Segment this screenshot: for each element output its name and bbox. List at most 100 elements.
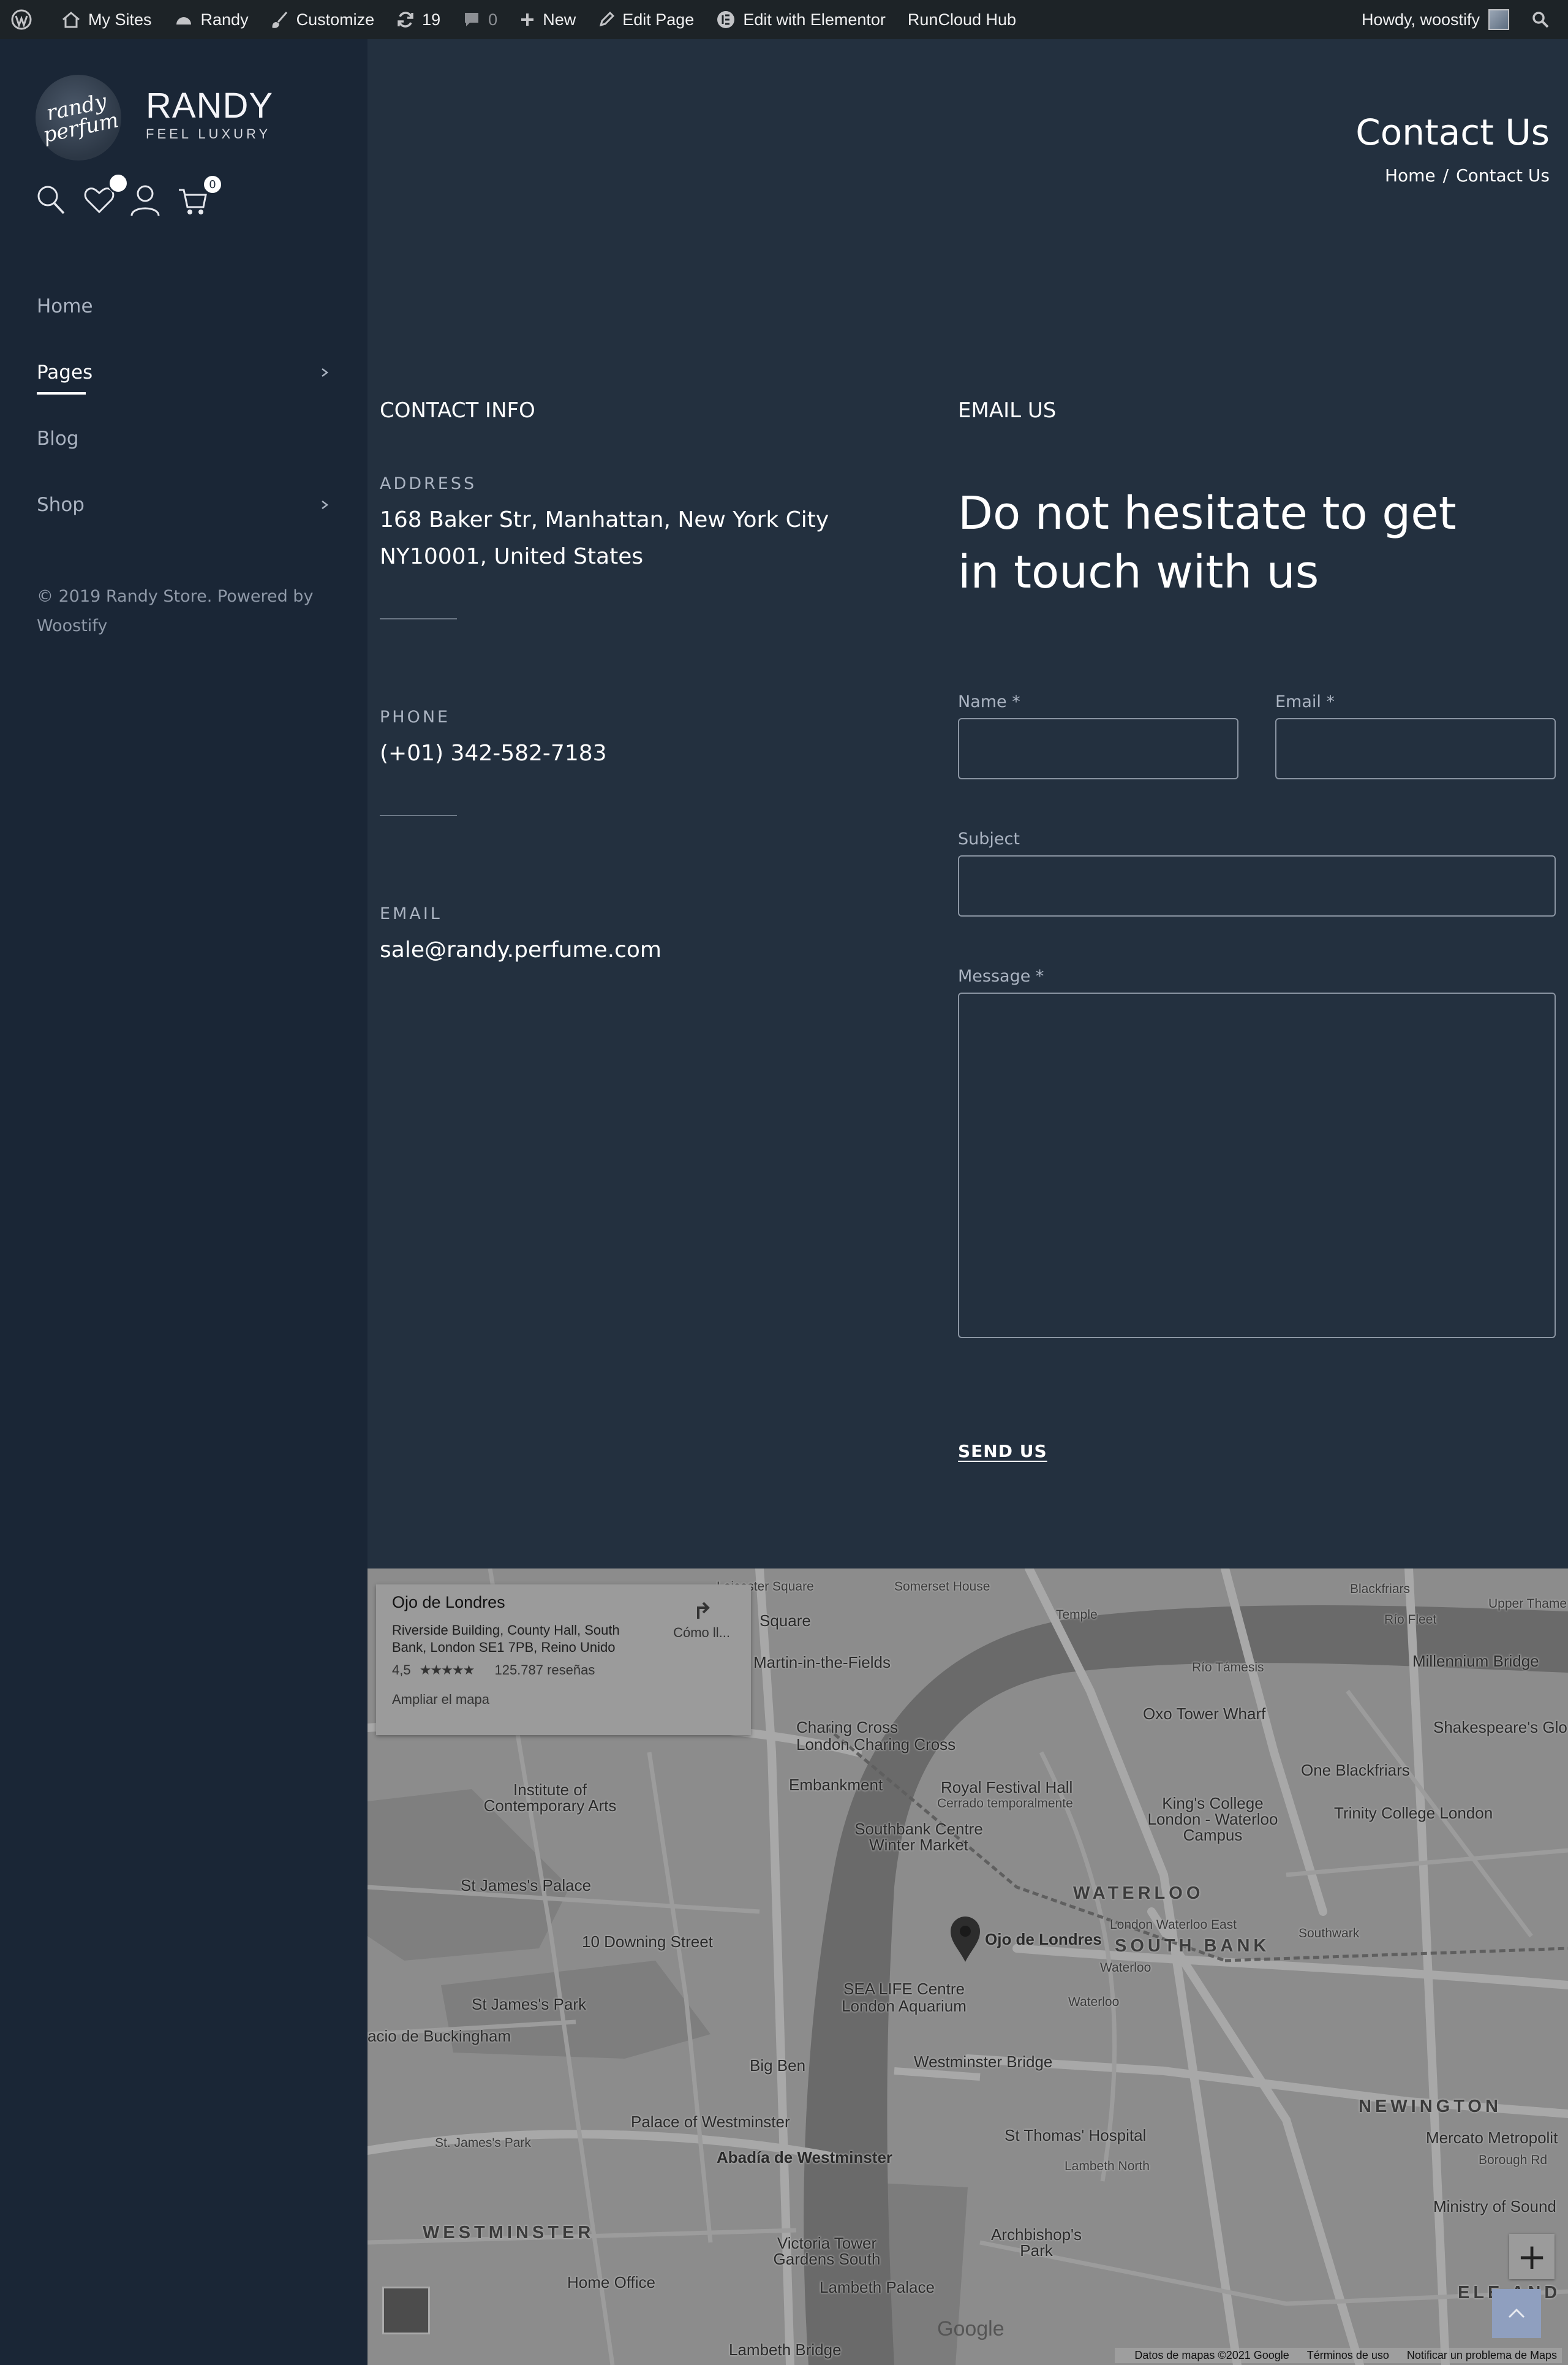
edit-with-elementor-menu[interactable]: Edit with Elementor	[705, 0, 897, 39]
map-pin-icon[interactable]	[948, 1915, 982, 1963]
map-area-label: SOUTH BANK	[1115, 1936, 1270, 1956]
phone-value[interactable]: (+01) 342-582-7183	[380, 735, 907, 772]
header-icons: 0	[36, 173, 232, 221]
map-label: Trinity College London	[1334, 1804, 1493, 1822]
map-label: Lambeth North	[1065, 2159, 1150, 2173]
email-us-section: EMAIL US Do not hesitate to get in touch…	[958, 398, 1556, 1461]
cart-icon[interactable]	[178, 187, 208, 216]
map-terms-link[interactable]: Términos de uso	[1307, 2349, 1389, 2361]
nav-item-pages[interactable]: Pages	[37, 350, 331, 417]
map-label: 10 Downing Street	[582, 1932, 713, 1951]
search-icon[interactable]	[36, 184, 66, 216]
map-label: One Blackfriars	[1301, 1761, 1410, 1779]
subject-input[interactable]	[958, 855, 1556, 917]
map-area-label: WESTMINSTER	[423, 2223, 595, 2242]
copyright-text: © 2019 Randy Store. Powered by Woostify	[37, 587, 314, 635]
main-content: Contact Us Home / Contact Us CONTACT INFO …	[368, 39, 1568, 1568]
map-label: SEA LIFE Centre London Aquarium	[842, 1980, 967, 2015]
site-name-menu[interactable]: Randy	[163, 0, 260, 39]
map-label: Río Támesis	[1192, 1660, 1264, 1674]
customize-menu[interactable]: Customize	[260, 0, 386, 39]
map-data-credit: Datos de mapas ©2021 Google	[1134, 2349, 1289, 2361]
name-input[interactable]	[958, 718, 1238, 779]
admin-bar: My Sites Randy Customize 19 0 New Edit P…	[0, 0, 1568, 39]
directions-button[interactable]: Cómo ll...	[673, 1597, 730, 1641]
breadcrumb-current: Contact Us	[1456, 165, 1550, 186]
map-label: Embankment	[789, 1776, 883, 1794]
map-label: Lambeth Palace	[820, 2278, 935, 2296]
map-label: King's College London - Waterloo Campus	[1147, 1794, 1278, 1844]
zoom-in-button[interactable]: +	[1509, 2234, 1555, 2279]
comments-menu[interactable]: 0	[451, 0, 508, 39]
site-logo[interactable]: randy perfum	[36, 75, 121, 161]
elementor-icon	[717, 11, 735, 28]
rating-value: 4,5	[392, 1662, 411, 1678]
logo-wordmark: randy perfum	[37, 89, 120, 148]
search-icon	[1532, 12, 1549, 28]
new-label: New	[543, 10, 576, 29]
new-content-menu[interactable]: New	[508, 0, 587, 39]
map-type-toggle[interactable]	[382, 2287, 430, 2334]
refresh-icon	[398, 12, 413, 28]
map-label: Martin-in-the-Fields	[753, 1653, 891, 1671]
nav-item-shop[interactable]: Shop	[37, 483, 331, 549]
runcloud-hub-label: RunCloud Hub	[907, 10, 1017, 29]
directions-icon	[696, 1602, 710, 1619]
breadcrumb: Home / Contact Us	[1385, 165, 1550, 186]
map-label: Somerset House	[894, 1580, 990, 1594]
breadcrumb-home-link[interactable]: Home	[1385, 165, 1436, 186]
map-report-link[interactable]: Notificar un problema de Maps	[1407, 2349, 1557, 2361]
map-label: Mercato Metropolit	[1426, 2128, 1558, 2147]
email-input[interactable]	[1275, 718, 1556, 779]
nav-item-blog[interactable]: Blog	[37, 417, 331, 483]
map-label: Home Office	[567, 2273, 656, 2291]
cart-count-badge: 0	[202, 174, 223, 195]
divider	[380, 618, 457, 619]
message-textarea[interactable]	[958, 993, 1556, 1338]
map-footer: Datos de mapas ©2021 Google Términos de …	[1115, 2348, 1562, 2363]
name-label: Name *	[958, 692, 1020, 711]
runcloud-hub-menu[interactable]: RunCloud Hub	[897, 0, 1027, 39]
google-map[interactable]: Leicester Square Somerset House Temple B…	[368, 1568, 1568, 2365]
email-us-heading: EMAIL US	[958, 398, 1057, 423]
map-label: London Waterloo East	[1110, 1918, 1237, 1932]
admin-search-button[interactable]	[1520, 0, 1568, 39]
my-sites-menu[interactable]: My Sites	[50, 0, 163, 39]
page-title: Contact Us	[1355, 112, 1550, 153]
edit-with-elementor-label: Edit with Elementor	[743, 10, 886, 29]
map-label: Ojo de Londres	[985, 1930, 1102, 1948]
rating-stars-icon: ★★★★★	[419, 1662, 475, 1678]
edit-page-label: Edit Page	[622, 10, 695, 29]
map-label: Lambeth Bridge	[729, 2340, 842, 2359]
contact-info-section: CONTACT INFO ADDRESS 168 Baker Str, Manh…	[380, 398, 907, 969]
wordpress-logo-icon[interactable]	[0, 0, 50, 39]
howdy-label: Howdy, woostify	[1361, 10, 1480, 29]
brand[interactable]: RANDY FEEL LUXURY	[146, 87, 273, 142]
map-label: Archbishop's Park	[990, 2225, 1082, 2260]
review-count[interactable]: 125.787 reseñas	[494, 1662, 595, 1678]
chevron-right-icon[interactable]	[318, 365, 331, 380]
breadcrumb-separator: /	[1442, 165, 1449, 186]
map-label: Square	[760, 1611, 811, 1630]
nav-item-label: Blog	[37, 428, 79, 450]
map-label: Southbank Centre Winter Market	[854, 1820, 983, 1854]
map-label: Palace of Westminster	[631, 2113, 790, 2131]
brand-tagline: FEEL LUXURY	[146, 126, 271, 142]
my-account-menu[interactable]: Howdy, woostify	[1351, 0, 1520, 39]
send-button[interactable]: SEND US	[958, 1441, 1047, 1461]
edit-page-menu[interactable]: Edit Page	[587, 0, 705, 39]
email-value[interactable]: sale@randy.perfume.com	[380, 932, 907, 969]
address-line-1: 168 Baker Str, Manhattan, New York City	[380, 507, 829, 532]
map-label: Royal Festival Hall	[941, 1778, 1073, 1796]
chevron-up-icon	[1508, 2308, 1525, 2318]
nav-item-home[interactable]: Home	[37, 284, 331, 350]
enlarge-map-link[interactable]: Ampliar el mapa	[392, 1692, 735, 1708]
scroll-to-top-button[interactable]	[1492, 2289, 1541, 2338]
map-label: St James's Park	[472, 1995, 587, 2013]
chevron-right-icon[interactable]	[318, 498, 331, 512]
user-icon[interactable]	[130, 184, 160, 217]
nav-item-label: Shop	[37, 494, 85, 516]
plus-icon	[521, 13, 534, 26]
updates-menu[interactable]: 19	[385, 0, 451, 39]
updates-count: 19	[422, 10, 441, 29]
